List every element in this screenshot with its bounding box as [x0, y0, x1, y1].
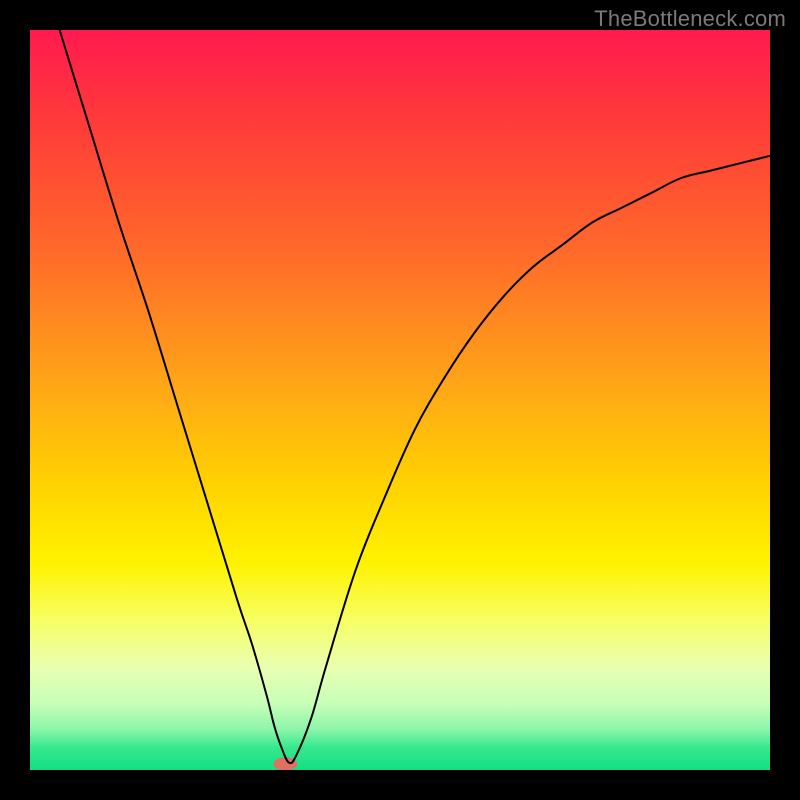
bottleneck-chart [30, 30, 770, 770]
plot-area [30, 30, 770, 770]
watermark-text: TheBottleneck.com [594, 6, 786, 32]
chart-frame: TheBottleneck.com [0, 0, 800, 800]
gradient-background [30, 30, 770, 770]
